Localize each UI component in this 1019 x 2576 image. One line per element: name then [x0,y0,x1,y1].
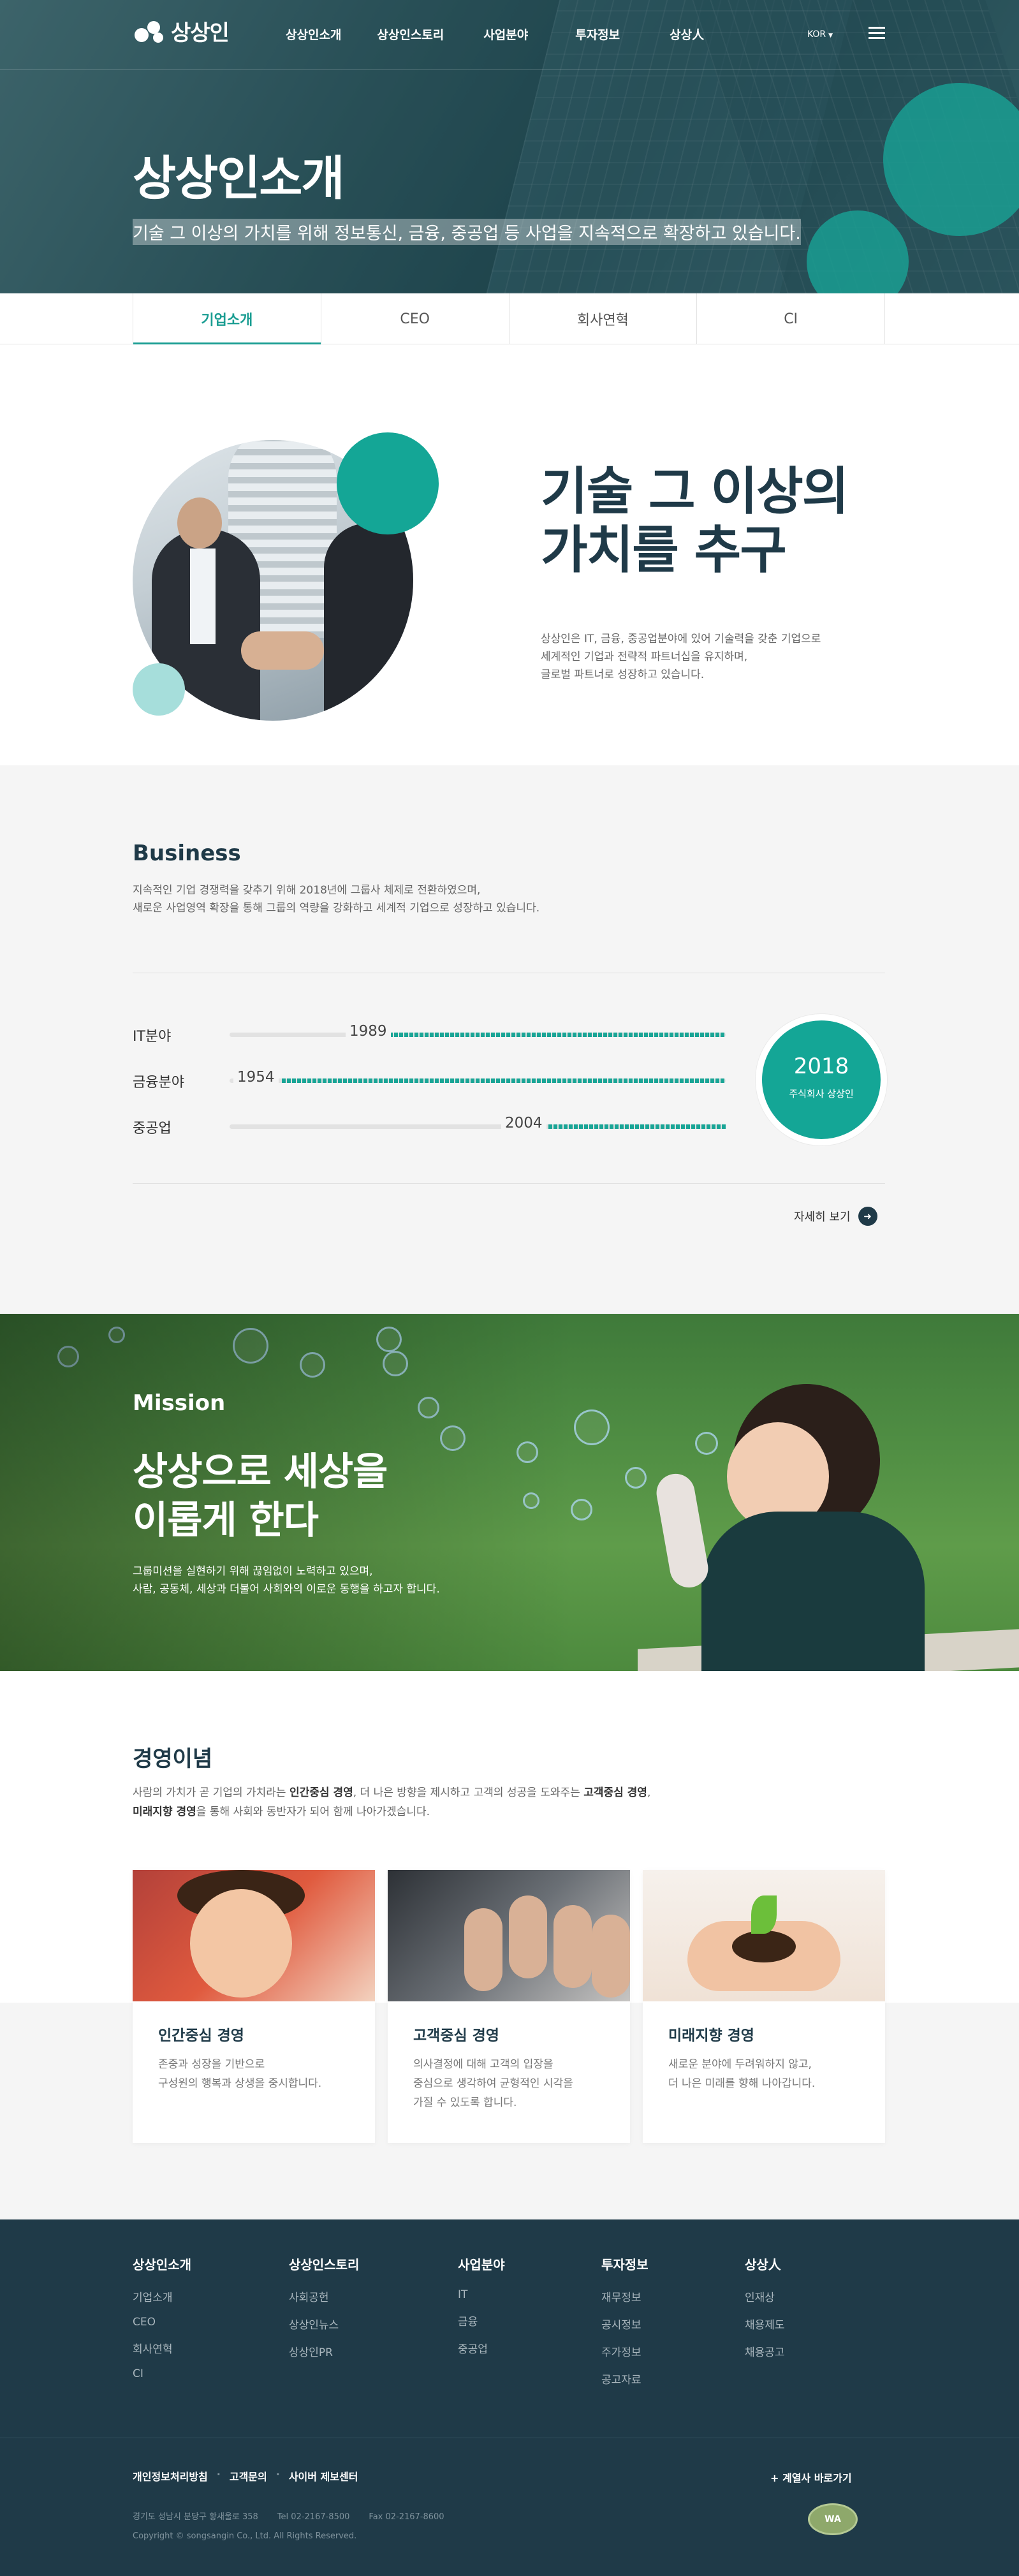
footer-link[interactable]: 채용제도 [745,2316,785,2332]
language-label: KOR [807,29,826,40]
hamburger-icon[interactable] [869,27,885,40]
tab-ci[interactable]: CI [697,293,885,344]
section-title: 경영이념 [133,1746,213,1772]
mission-description: 그룹미션을 실현하기 위해 끊임없이 노력하고 있으며, 사람, 공동체, 세상… [133,1565,440,1596]
footer-link[interactable]: 상상인뉴스 [289,2316,359,2332]
card-image [388,1870,630,2001]
business-row-it: IT분야 1989 [133,1023,726,1045]
nav-item-investment[interactable]: 투자정보 [575,26,620,43]
more-button[interactable]: 자세히 보기 ➜ [794,1207,877,1226]
footer-link[interactable]: CEO [133,2316,191,2329]
intro-heading: 기술 그 이상의 가치를 추구 [541,462,849,580]
business-section: Business 지속적인 기업 경쟁력을 갖추기 위해 2018년에 그룹사 … [0,765,1019,1314]
footer-link[interactable]: 채용공고 [745,2343,785,2359]
business-row-heavy-industry: 중공업 2004 [133,1115,726,1137]
section-title: Business [133,841,241,866]
nav-item-about[interactable]: 상상인소개 [286,26,341,43]
footer-link[interactable]: CI [133,2367,191,2380]
footer-link[interactable]: 회사연혁 [133,2340,191,2356]
mission-title: 상상으로 세상을 이롭게 한다 [133,1450,388,1543]
nav-item-business[interactable]: 사업분야 [483,26,528,43]
year-label: 2004 [501,1115,546,1131]
footer-link[interactable]: 금융 [458,2313,505,2329]
footer-link[interactable]: 공고자료 [601,2371,649,2387]
footer-column-business: 사업분야 IT 금융 중공업 [458,2257,505,2356]
philosophy-section: 경영이념 사람의 가치가 곧 기업의 가치라는 인간중심 경영, 더 나은 방향… [0,1671,1019,2219]
year-label: 1989 [346,1023,391,1040]
year-badge: 2018 주식회사 상상인 [756,1014,887,1145]
sub-tabs: 기업소개 CEO 회사연혁 CI [0,293,1019,345]
footer-link[interactable]: 주가정보 [601,2343,649,2359]
intro-description: 상상인은 IT, 금융, 중공업분야에 있어 기술력을 갖춘 기업으로 세계적인… [541,633,821,681]
customer-inquiry-link[interactable]: 고객문의 [230,2468,267,2484]
philosophy-card-future: 미래지향 경영 새로운 분야에 두려워하지 않고, 더 나은 미래를 향해 나아갑… [643,1870,885,2143]
tab-ceo[interactable]: CEO [321,293,510,344]
logo-text: 상상인 [171,20,230,46]
card-image [643,1870,885,2001]
certification-mark: WA [808,2503,858,2535]
intro-section: 기술 그 이상의 가치를 추구 상상인은 IT, 금융, 중공업분야에 있어 기… [0,344,1019,765]
footer-policy-links: 개인정보처리방침 · 고객문의 · 사이버 제보센터 [133,2468,358,2484]
tab-history[interactable]: 회사연혁 [510,293,698,344]
business-description: 지속적인 기업 경쟁력을 갖추기 위해 2018년에 그룹사 체제로 전환하였으… [133,884,540,915]
family-site-link[interactable]: + 계열사 바로가기 [770,2469,852,2485]
language-selector[interactable]: KOR ▼ [807,29,833,40]
philosophy-card-people: 인간중심 경영 존중과 성장을 기반으로 구성원의 행복과 상생을 중시합니다. [133,1870,375,2143]
hero-banner: 상상인 상상인소개 상상인스토리 사업분야 투자정보 상상人 KOR ▼ 상상인소… [0,0,1019,293]
footer-link[interactable]: 재무정보 [601,2288,649,2304]
footer-link[interactable]: 상상인PR [289,2343,359,2359]
footer-link[interactable]: 사회공헌 [289,2288,359,2304]
company-info: 경기도 성남시 분당구 황새울로 358 Tel 02-2167-8500 Fax … [133,2512,444,2541]
footer-column-story: 상상인스토리 사회공헌 상상인뉴스 상상인PR [289,2257,360,2359]
page-title: 상상인소개 [133,151,344,206]
cyber-report-link[interactable]: 사이버 제보센터 [289,2468,358,2484]
footer-link[interactable]: 인재상 [745,2288,785,2304]
main-nav: 상상인소개 상상인스토리 사업분야 투자정보 상상人 [286,26,704,43]
philosophy-description: 사람의 가치가 곧 기업의 가치라는 인간중심 경영, 더 나은 방향을 제시하… [133,1786,651,1818]
page-subtitle: 기술 그 이상의 가치를 위해 정보통신, 금융, 중공업 등 사업을 지속적으… [133,219,801,245]
logo[interactable]: 상상인 [133,15,230,47]
site-footer: 상상인소개 기업소개 CEO 회사연혁 CI 상상인스토리 사회공헌 상상인뉴스… [0,2219,1019,2576]
footer-column-investment: 투자정보 재무정보 공시정보 주가정보 공고자료 [601,2257,649,2387]
footer-link[interactable]: 중공업 [458,2340,505,2356]
philosophy-card-customer: 고객중심 경영 의사결정에 대해 고객의 입장을 중심으로 생각하여 균형적인 시… [388,1870,630,2143]
top-navigation: 상상인 상상인소개 상상인스토리 사업분야 투자정보 상상人 KOR ▼ [0,0,1019,70]
caret-down-icon: ▼ [828,33,833,39]
year-label: 1954 [233,1069,279,1086]
footer-link[interactable]: 공시정보 [601,2316,649,2332]
footer-link[interactable]: 기업소개 [133,2288,191,2304]
privacy-policy-link[interactable]: 개인정보처리방침 [133,2468,208,2484]
footer-column-careers: 상상人 인재상 채용제도 채용공고 [745,2257,785,2359]
tab-company[interactable]: 기업소개 [133,293,321,345]
footer-link[interactable]: IT [458,2288,505,2301]
decor-circle [133,663,185,716]
page: 상상인 상상인소개 상상인스토리 사업분야 투자정보 상상人 KOR ▼ 상상인소… [0,0,1019,2576]
logo-icon [135,20,163,43]
arrow-right-icon: ➜ [858,1207,877,1226]
nav-item-story[interactable]: 상상인스토리 [377,26,444,43]
card-image [133,1870,375,2001]
decor-circle [337,432,439,534]
footer-column-about: 상상인소개 기업소개 CEO 회사연혁 CI [133,2257,191,2380]
nav-item-careers[interactable]: 상상人 [670,26,704,43]
mission-section: Mission 상상으로 세상을 이롭게 한다 그룹미션을 실현하기 위해 끊임… [0,1314,1019,1671]
mission-label: Mission [133,1390,226,1416]
business-row-finance: 금융분야 1954 [133,1069,726,1091]
divider [133,1183,885,1184]
